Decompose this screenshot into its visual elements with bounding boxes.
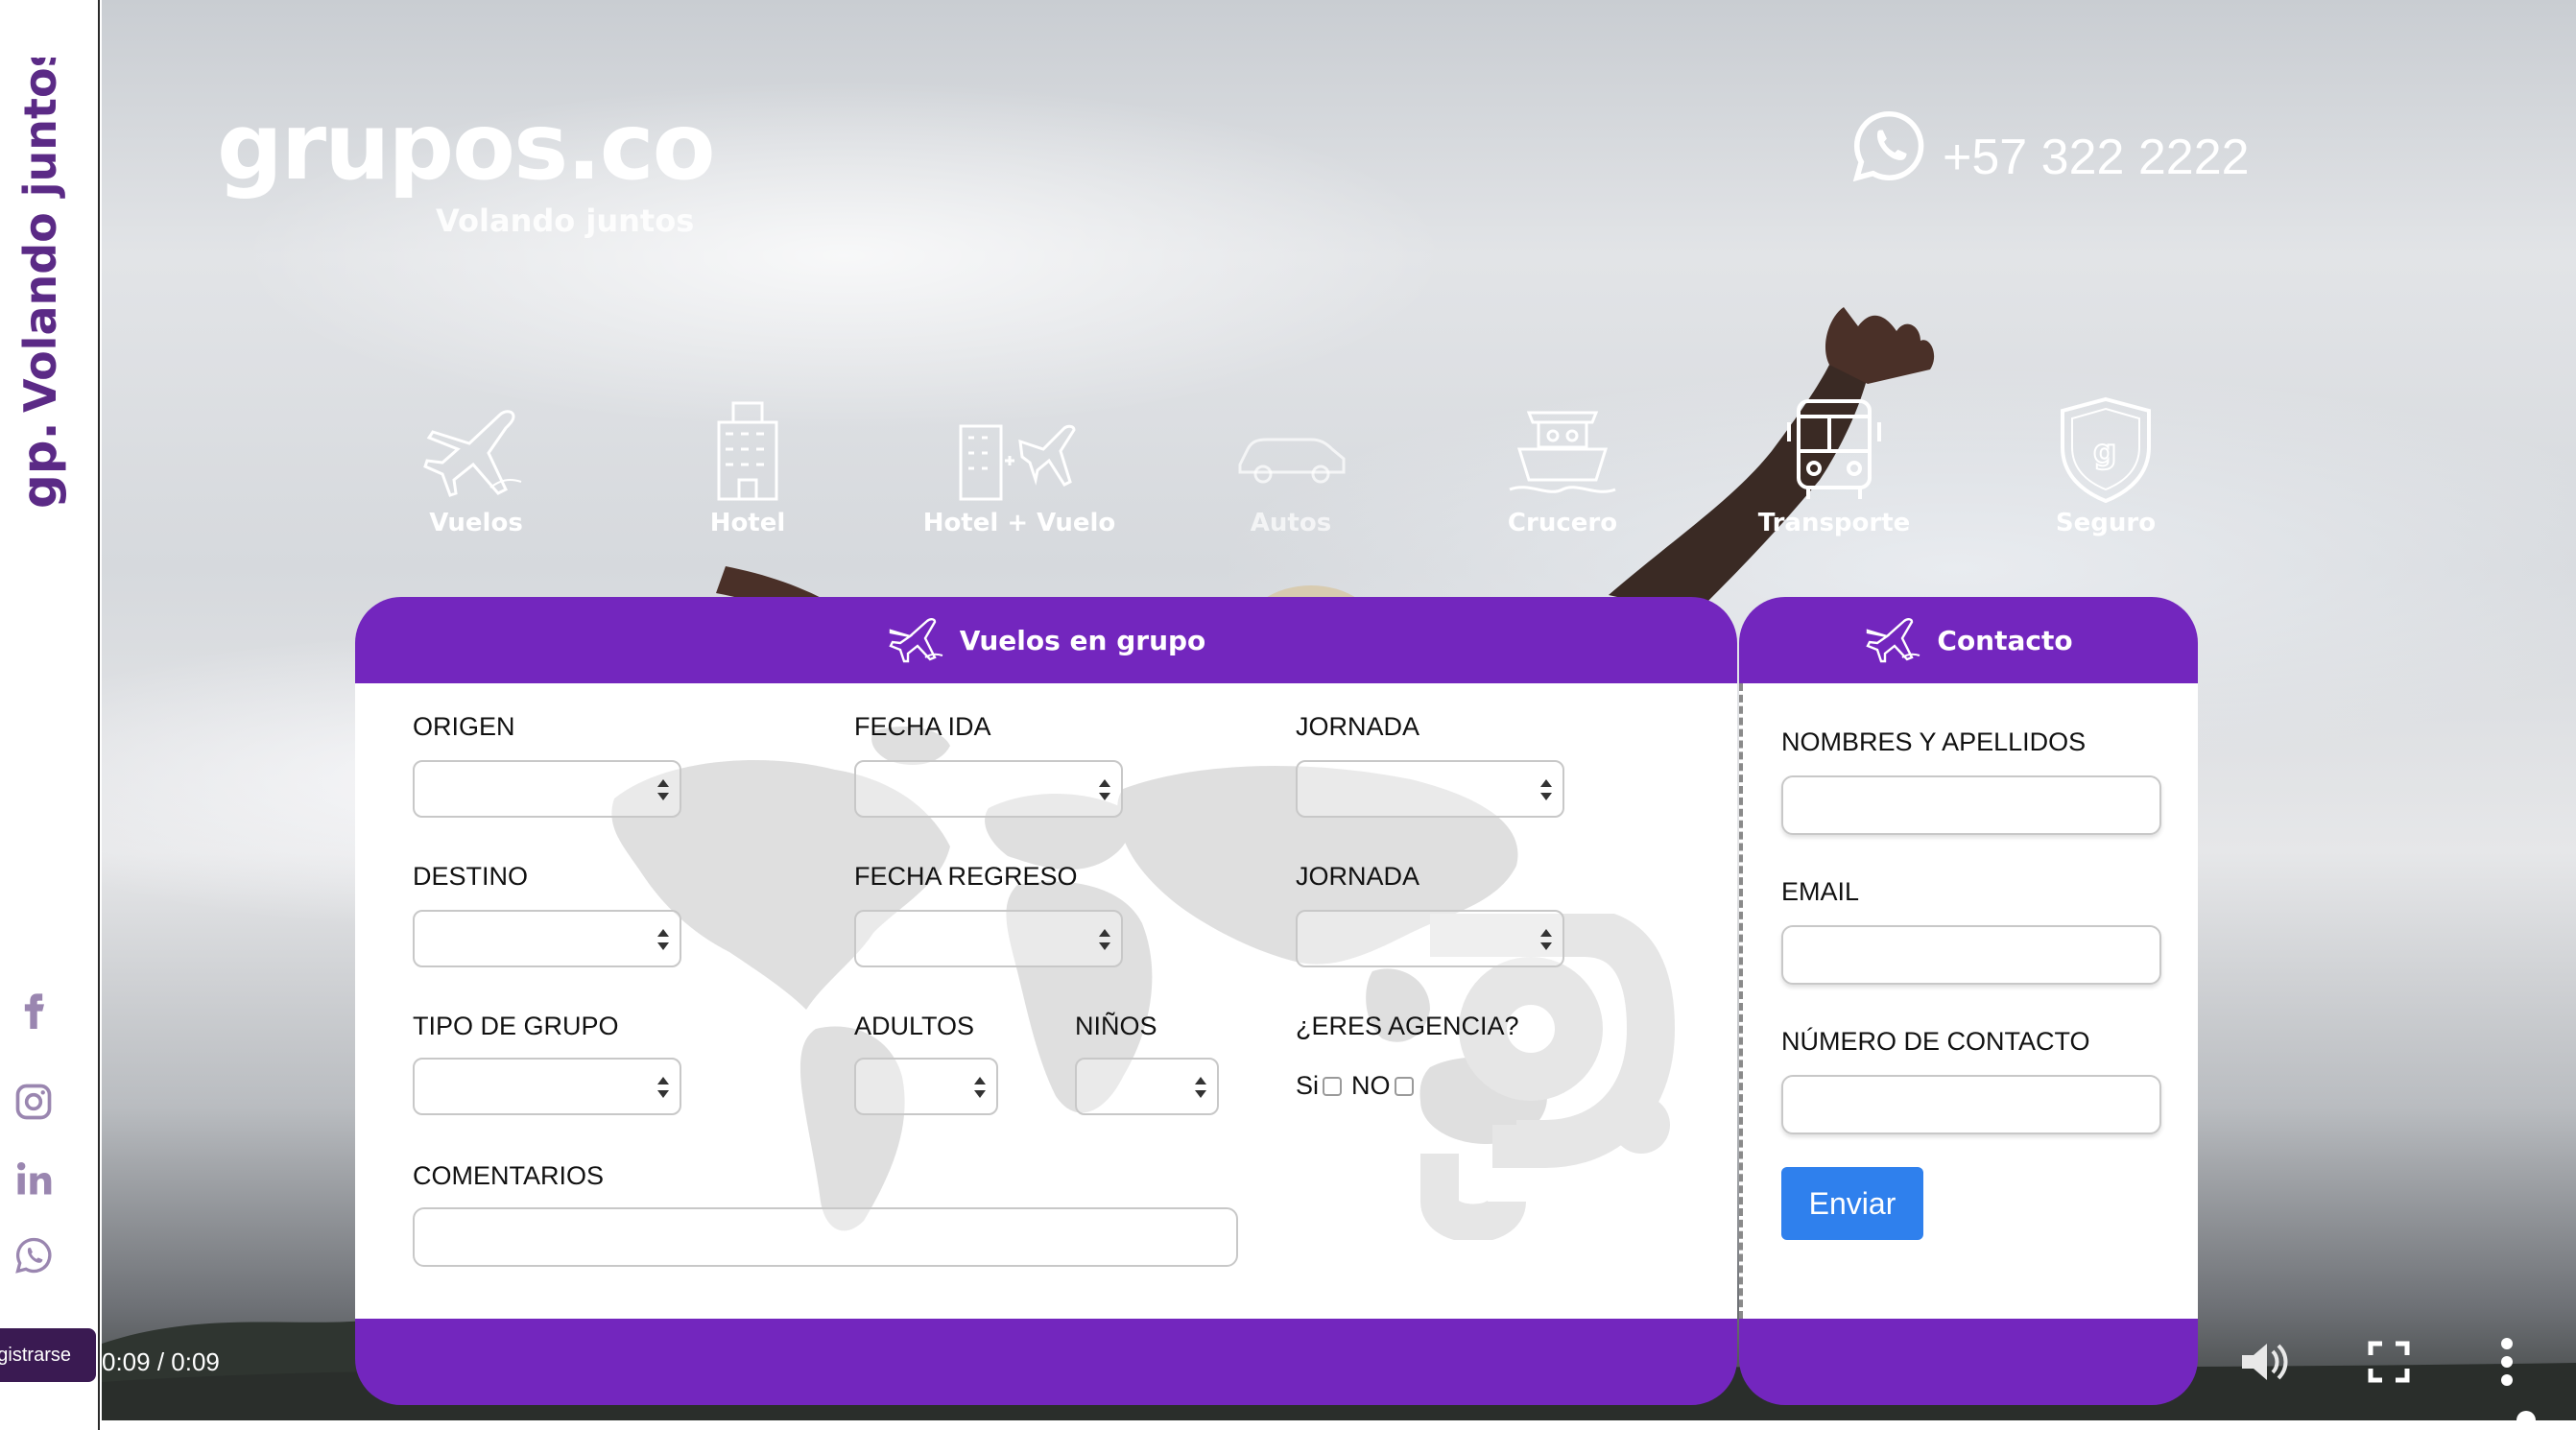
ninos-select[interactable] xyxy=(1075,1058,1219,1115)
site-logo[interactable]: grupos.co Volando juntos xyxy=(217,101,716,245)
vertical-brand-text: Volando juntos xyxy=(14,58,66,413)
origen-select[interactable] xyxy=(413,760,681,818)
phone-number: +57 322 2222 xyxy=(1943,130,2250,185)
contact-footer xyxy=(1739,1319,2198,1405)
service-seguro-label: Seguro xyxy=(2055,509,2157,537)
service-seguro[interactable]: g Seguro xyxy=(1991,393,2221,547)
instagram-icon[interactable] xyxy=(0,1081,67,1123)
agencia-options: Si NO xyxy=(1296,1071,1419,1101)
car-icon xyxy=(1238,438,1346,484)
logo-text: grupos.co xyxy=(217,93,716,201)
enviar-button[interactable]: Enviar xyxy=(1781,1167,1923,1240)
tipo-grupo-label: TIPO DE GRUPO xyxy=(413,1012,619,1040)
select-arrows-icon xyxy=(1540,779,1552,800)
fecha-ida-label: FECHA IDA xyxy=(854,712,991,741)
tipo-grupo-select[interactable] xyxy=(413,1058,681,1115)
agencia-si-checkbox[interactable] xyxy=(1323,1076,1343,1096)
fullscreen-icon[interactable] xyxy=(2367,1340,2411,1384)
fecha-regreso-select[interactable] xyxy=(854,910,1123,967)
destino-label: DESTINO xyxy=(413,862,529,891)
adultos-select[interactable] xyxy=(854,1058,998,1115)
select-arrows-icon xyxy=(1195,1077,1206,1098)
service-autos-label: Autos xyxy=(1250,509,1332,537)
video-time: 0:09 / 0:09 xyxy=(102,1347,220,1376)
whatsapp-icon[interactable] xyxy=(0,1234,67,1276)
numero-label: NÚMERO DE CONTACTO xyxy=(1781,1027,2090,1056)
left-sidebar: gp. Volando juntos gistrarse xyxy=(0,0,100,1430)
service-hotel-vuelo[interactable]: Hotel + Vuelo xyxy=(904,393,1134,547)
volume-icon[interactable] xyxy=(2236,1334,2292,1390)
jornada-ida-select[interactable] xyxy=(1296,760,1564,818)
form-body: ORIGEN FECHA IDA JORNADA DESTINO FECHA R… xyxy=(355,683,1737,1319)
select-arrows-icon xyxy=(1099,929,1110,950)
service-vuelos-label: Vuelos xyxy=(429,509,523,537)
select-arrows-icon xyxy=(974,1077,986,1098)
register-button[interactable]: gistrarse xyxy=(0,1328,96,1382)
form-title: Vuelos en grupo xyxy=(959,624,1206,656)
select-arrows-icon xyxy=(657,1077,669,1098)
service-transporte-label: Transporte xyxy=(1757,509,1911,537)
select-arrows-icon xyxy=(1540,929,1552,950)
bus-icon xyxy=(1787,399,1881,499)
group-flight-form: Vuelos en grupo ORIGEN FECHA IDA JORNADA… xyxy=(355,597,1737,1405)
service-vuelos[interactable]: Vuelos xyxy=(361,393,591,547)
service-crucero-label: Crucero xyxy=(1507,509,1618,537)
jornada-regreso-select[interactable] xyxy=(1296,910,1564,967)
select-arrows-icon xyxy=(657,929,669,950)
contact-header: Contacto xyxy=(1739,597,2198,683)
service-transporte[interactable]: Transporte xyxy=(1719,393,1949,547)
hotel-icon xyxy=(717,401,778,501)
origen-label: ORIGEN xyxy=(413,712,515,741)
more-options-icon[interactable] xyxy=(2499,1336,2515,1388)
form-footer xyxy=(355,1319,1737,1405)
video-progress-handle[interactable] xyxy=(2516,1411,2536,1430)
linkedin-icon[interactable] xyxy=(0,1157,67,1200)
service-hotel-vuelo-label: Hotel + Vuelo xyxy=(922,509,1116,537)
jornada-regreso-label: JORNADA xyxy=(1296,862,1420,891)
service-hotel[interactable]: Hotel xyxy=(632,393,863,547)
agencia-no-label: NO xyxy=(1351,1071,1391,1100)
email-label: EMAIL xyxy=(1781,877,1860,906)
email-input[interactable] xyxy=(1781,925,2161,985)
service-menu: Vuelos Hotel Hotel + Vuelo Autos Crucero… xyxy=(361,393,2280,547)
airplane-icon xyxy=(887,611,948,670)
agencia-si-label: Si xyxy=(1296,1071,1320,1100)
contact-title: Contacto xyxy=(1937,624,2073,656)
airplane-icon xyxy=(1864,611,1925,670)
comentarios-label: COMENTARIOS xyxy=(413,1161,605,1190)
numero-input[interactable] xyxy=(1781,1075,2161,1134)
agencia-no-checkbox[interactable] xyxy=(1394,1076,1414,1096)
service-hotel-label: Hotel xyxy=(709,509,786,537)
select-arrows-icon xyxy=(657,779,669,800)
select-arrows-icon xyxy=(1099,779,1110,800)
contact-form: Contacto NOMBRES Y APELLIDOS EMAIL NÚMER… xyxy=(1739,597,2198,1405)
service-crucero[interactable]: Crucero xyxy=(1447,393,1678,547)
phone-contact[interactable]: +57 322 2222 xyxy=(1849,106,2250,186)
facebook-icon[interactable] xyxy=(0,987,67,1029)
agencia-label: ¿ERES AGENCIA? xyxy=(1296,1012,1519,1040)
airplane-icon xyxy=(423,410,522,497)
destino-select[interactable] xyxy=(413,910,681,967)
vertical-brand: gp. Volando juntos xyxy=(0,41,100,518)
form-header: Vuelos en grupo xyxy=(355,597,1737,683)
ninos-label: NIÑOS xyxy=(1075,1012,1157,1040)
fecha-regreso-label: FECHA REGRESO xyxy=(854,862,1078,891)
adultos-label: ADULTOS xyxy=(854,1012,975,1040)
service-autos[interactable]: Autos xyxy=(1176,393,1406,547)
comentarios-textarea[interactable] xyxy=(413,1207,1238,1267)
fecha-ida-select[interactable] xyxy=(854,760,1123,818)
shield-icon: g xyxy=(2061,396,2151,504)
nombres-label: NOMBRES Y APELLIDOS xyxy=(1781,727,2087,756)
whatsapp-icon xyxy=(1852,110,1924,182)
contact-body: NOMBRES Y APELLIDOS EMAIL NÚMERO DE CONT… xyxy=(1739,683,2198,1319)
svg-text:gp.: gp. xyxy=(12,421,67,509)
jornada-ida-label: JORNADA xyxy=(1296,712,1420,741)
nombres-input[interactable] xyxy=(1781,775,2161,835)
logo-tagline: Volando juntos xyxy=(436,203,695,239)
cruise-icon xyxy=(1509,411,1616,493)
svg-text:g: g xyxy=(2093,433,2116,471)
hotel-flight-icon xyxy=(959,424,1076,501)
